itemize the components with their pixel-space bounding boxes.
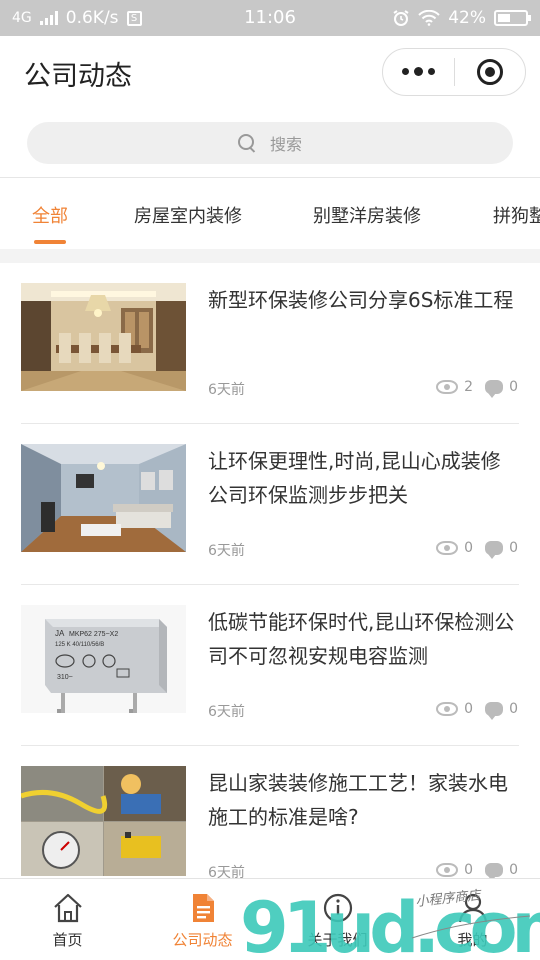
comment-icon [485, 541, 504, 559]
article-title[interactable]: 新型环保装修公司分享6S标准工程 [208, 283, 518, 317]
tab-interior-decoration[interactable]: 房屋室内装修 [134, 202, 242, 228]
close-button[interactable] [455, 59, 525, 85]
wifi-icon [418, 10, 440, 26]
article-list: 新型环保装修公司分享6S标准工程 6天前 2 0 让环保更理性,时尚,昆山心成装… [0, 263, 540, 907]
view-count: 0 [464, 862, 474, 878]
tabbar-about[interactable]: 关于我们 [270, 879, 405, 960]
eye-icon [436, 380, 459, 394]
search-input[interactable]: 搜索 [27, 122, 513, 164]
capacitor-marks: 310~ [57, 674, 73, 681]
mini-program-capsule [382, 48, 526, 96]
comment-count: 0 [509, 540, 518, 556]
comment-count: 0 [509, 701, 518, 717]
tabbar-home-label: 首页 [52, 931, 83, 949]
article-time: 6天前 [208, 543, 245, 559]
page-title: 公司动态 [24, 61, 132, 92]
article-title[interactable]: 昆山家装装修施工工艺！家装水电施工的标准是啥? [208, 766, 518, 834]
active-tab-indicator [34, 240, 66, 244]
article-title[interactable]: 低碳节能环保时代,昆山环保检测公司不可忽视安规电容监测 [208, 605, 518, 673]
list-item[interactable]: JA MKP62 275~X2 125 K 40/110/56/B 310~ 低… [0, 585, 540, 746]
navigation-bar: 公司动态 [0, 36, 540, 112]
dining-room-photo [21, 283, 186, 391]
comment-count: 0 [509, 379, 518, 395]
category-tabs: 全部 房屋室内装修 别墅洋房装修 拼狗整 [0, 179, 540, 249]
article-stats: 0 0 [436, 862, 518, 881]
view-count: 0 [464, 701, 474, 717]
article-stats: 2 0 [436, 379, 518, 398]
capacitor-spec: 125 K 40/110/56/B [55, 642, 104, 648]
list-item[interactable]: 让环保更理性,时尚,昆山心成装修公司环保监测步步把关 6天前 0 0 [0, 424, 540, 585]
tabbar-home[interactable]: 首页 [0, 879, 135, 960]
status-bar: 4G 0.6K/s S 11:06 42% [0, 0, 540, 36]
capacitor-brand: JA [55, 629, 65, 638]
section-divider [0, 249, 540, 263]
plumbing-photo [21, 766, 186, 876]
tabbar-me-label: 我的 [457, 931, 488, 949]
document-icon [192, 894, 214, 922]
article-stats: 0 0 [436, 701, 518, 720]
tab-group-buy[interactable]: 拼狗整 [493, 202, 540, 228]
view-count: 2 [464, 379, 474, 395]
battery-percent: 42% [448, 8, 486, 28]
tabbar-me[interactable]: 我的 [405, 879, 540, 960]
article-time: 6天前 [208, 704, 245, 720]
tabbar-about-label: 关于我们 [307, 931, 368, 949]
tabbar-news[interactable]: 公司动态 [135, 879, 270, 960]
capacitor-model: MKP62 275~X2 [69, 631, 118, 638]
tab-villa-decoration[interactable]: 别墅洋房装修 [313, 202, 421, 228]
eye-icon [436, 863, 459, 877]
search-bar: 搜索 [0, 112, 540, 178]
search-icon [237, 134, 256, 152]
target-icon [477, 59, 503, 85]
living-room-photo [21, 444, 186, 552]
article-title[interactable]: 让环保更理性,时尚,昆山心成装修公司环保监测步步把关 [208, 444, 518, 512]
view-count: 0 [464, 540, 474, 556]
alarm-icon [393, 10, 409, 26]
more-icon[interactable] [383, 67, 454, 76]
comment-count: 0 [509, 862, 518, 878]
article-time: 6天前 [208, 382, 245, 398]
eye-icon [436, 541, 459, 555]
info-icon [323, 893, 352, 923]
search-placeholder: 搜索 [269, 135, 302, 154]
bottom-tab-bar: 首页 公司动态 关于我们 我的 [0, 878, 540, 960]
tabbar-news-label: 公司动态 [172, 931, 233, 949]
article-stats: 0 0 [436, 540, 518, 559]
comment-icon [485, 863, 504, 881]
comment-icon [485, 702, 504, 720]
comment-icon [485, 380, 504, 398]
eye-icon [436, 702, 459, 716]
capacitor-photo: JA MKP62 275~X2 125 K 40/110/56/B 310~ [21, 605, 186, 713]
battery-icon [494, 10, 531, 26]
list-item[interactable]: 新型环保装修公司分享6S标准工程 6天前 2 0 [0, 263, 540, 424]
status-bar-right: 42% [392, 0, 531, 36]
tab-all[interactable]: 全部 [32, 202, 68, 228]
user-icon [458, 893, 487, 923]
home-icon [53, 893, 82, 923]
